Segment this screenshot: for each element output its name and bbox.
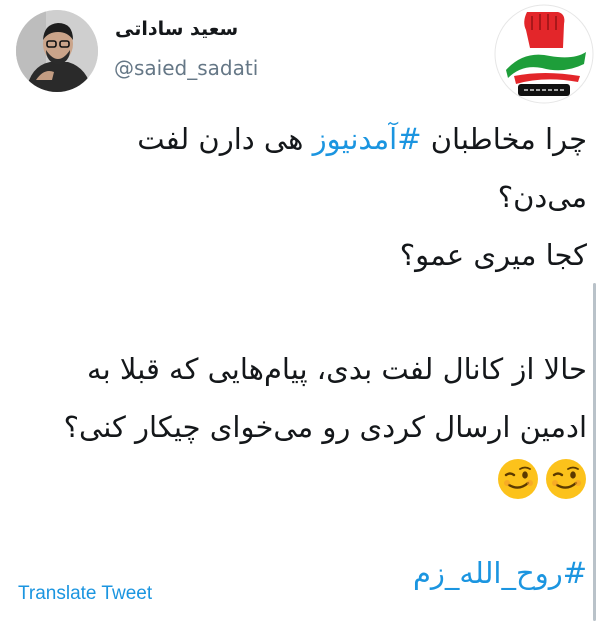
tweet-line-2: می‌دن؟ (497, 180, 587, 214)
tweet-line-5: ادمین ارسال کردی رو می‌خوای چیکار کنی؟ (63, 410, 587, 444)
author-avatar[interactable] (16, 10, 98, 92)
tweet-screenshot: سعید ساداتی @saied_sadati چرا مخاطبان #آ… (0, 0, 600, 624)
hashtag-link[interactable]: #آمدنیوز (313, 122, 422, 156)
watermark-logo (494, 4, 594, 104)
scrollbar[interactable] (593, 283, 596, 621)
person-photo-icon (16, 10, 98, 92)
tweet-text-segment: هی دارن لفت (137, 122, 313, 156)
tweet-line-3: کجا میری عمو؟ (399, 238, 587, 272)
raised-fist-logo-icon (494, 4, 594, 104)
tweet-text-segment: چرا مخاطبان (421, 122, 587, 156)
winking-face-icon (546, 459, 586, 499)
author-name[interactable]: سعید ساداتی (115, 18, 275, 40)
translate-tweet-link[interactable]: Translate Tweet (18, 583, 152, 605)
emoji-row (20, 456, 587, 518)
winking-face-icon (498, 459, 538, 499)
tweet-text: چرا مخاطبان #آمدنیوز هی دارن لفت می‌دن؟ … (20, 110, 587, 598)
tweet-line-1: چرا مخاطبان #آمدنیوز هی دارن لفت (20, 110, 587, 168)
tweet-line-4: حالا از کانال لفت بدی، پیام‌هایی که قبلا… (87, 352, 587, 386)
author-handle[interactable]: @saied_sadati (114, 56, 258, 80)
